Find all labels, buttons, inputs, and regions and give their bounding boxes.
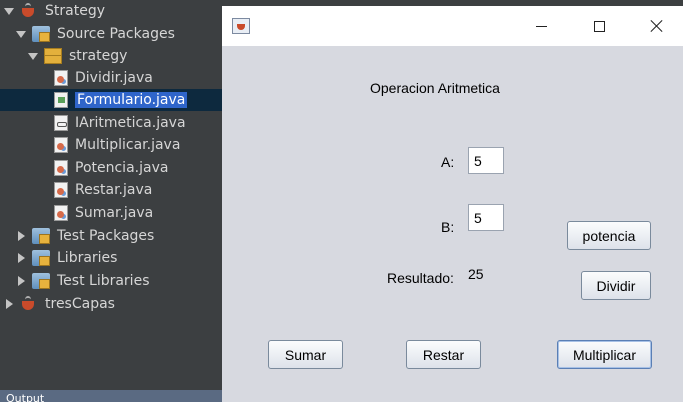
tree-node-package-strategy[interactable]: strategy [28,45,127,67]
tree-node-label: tresCapas [45,296,115,312]
tree-file-sumar[interactable]: Sumar.java [54,202,153,224]
test-packages-icon [32,228,50,244]
tree-node-label: Test Libraries [57,273,150,289]
source-packages-icon [32,26,50,42]
minimize-button[interactable] [512,6,570,46]
close-icon [650,19,664,33]
project-tree: Strategy Source Packages strategy Dividi… [0,0,222,402]
tree-file-label: Sumar.java [75,205,154,221]
java-class-icon [54,182,68,198]
tree-file-label: Restar.java [75,182,153,198]
dividir-button[interactable]: Dividir [581,271,651,300]
form-heading: Operacion Aritmetica [370,80,500,96]
tree-node-project-strategy[interactable]: Strategy [4,0,105,22]
collapsed-arrow-icon[interactable] [16,253,26,263]
test-libraries-icon [32,273,50,289]
java-class-icon [54,70,68,86]
window-titlebar[interactable] [222,6,683,46]
libraries-icon [32,250,50,266]
maximize-icon [593,20,605,32]
tree-file-label: Multiplicar.java [75,137,181,153]
result-value: 25 [468,266,484,282]
expanded-arrow-icon[interactable] [4,6,14,16]
tree-node-label: Test Packages [57,228,155,244]
tree-file-label: Formulario.java [75,92,188,108]
expanded-arrow-icon[interactable] [16,29,26,39]
tree-file-label: Dividir.java [75,70,153,86]
collapsed-arrow-icon[interactable] [16,276,26,286]
package-icon [44,48,62,64]
tree-file-iaritmetica[interactable]: IAritmetica.java [54,112,186,134]
potencia-button[interactable]: potencia [567,221,651,250]
java-class-icon [54,137,68,153]
tree-node-source-packages[interactable]: Source Packages [16,23,175,45]
input-a[interactable]: 5 [468,147,504,174]
app-window: Operacion Aritmetica A: 5 B: 5 potencia … [222,6,683,402]
expanded-arrow-icon[interactable] [28,51,38,61]
tree-node-libraries[interactable]: Libraries [16,247,117,269]
form-class-icon [54,92,68,108]
tree-node-test-packages[interactable]: Test Packages [16,225,154,247]
minimize-icon [535,25,547,27]
tree-file-multiplicar[interactable]: Multiplicar.java [54,134,180,156]
tree-file-potencia[interactable]: Potencia.java [54,157,168,179]
output-tab[interactable]: Output [0,390,222,402]
tree-node-label: Source Packages [57,26,175,42]
java-project-icon [20,296,38,312]
maximize-button[interactable] [570,6,628,46]
result-label: Resultado: [387,270,454,286]
multiplicar-button[interactable]: Multiplicar [557,340,652,369]
interface-icon [54,115,68,131]
tree-file-dividir[interactable]: Dividir.java [54,67,153,89]
sumar-button[interactable]: Sumar [268,340,343,369]
java-class-icon [54,205,68,221]
input-b[interactable]: 5 [468,204,504,231]
tree-node-test-libraries[interactable]: Test Libraries [16,270,149,292]
tree-node-project-trescapas[interactable]: tresCapas [4,293,115,315]
tree-file-label: Potencia.java [75,160,169,176]
collapsed-arrow-icon[interactable] [16,231,26,241]
label-a: A: [441,154,455,170]
tree-node-label: Libraries [57,250,118,266]
tree-file-restar[interactable]: Restar.java [54,179,152,201]
tree-file-label: IAritmetica.java [75,115,186,131]
java-project-icon [20,3,38,19]
tree-node-label: strategy [69,48,128,64]
tree-node-label: Strategy [45,3,105,19]
java-cup-icon [232,18,250,34]
label-b: B: [441,219,455,235]
java-class-icon [54,160,68,176]
collapsed-arrow-icon[interactable] [4,299,14,309]
close-button[interactable] [628,6,683,46]
tree-file-formulario[interactable]: Formulario.java [0,89,222,111]
restar-button[interactable]: Restar [406,340,481,369]
